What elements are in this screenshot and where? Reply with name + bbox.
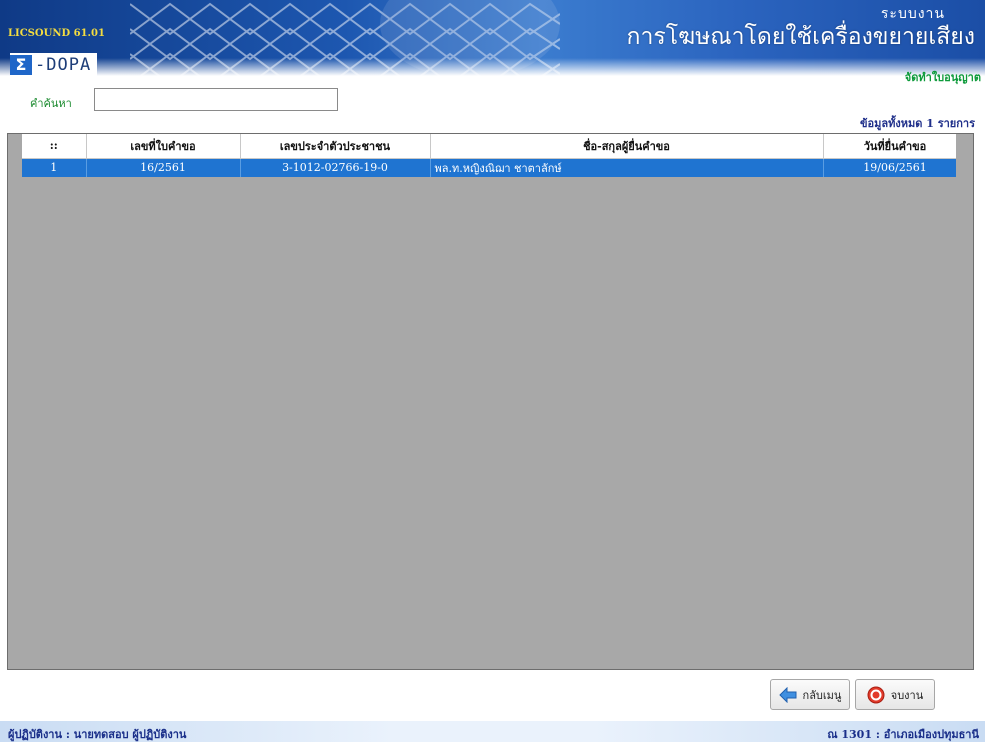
cell-request-no[interactable]: 16/2561 xyxy=(86,158,241,177)
power-icon xyxy=(867,686,885,703)
back-button-label: กลับเมนู xyxy=(802,688,842,702)
cell-applicant-name[interactable]: พล.ท.หญิงณิฌา ชาตาลักษ์ xyxy=(430,158,824,177)
app-version: LICSOUND 61.01 xyxy=(8,28,105,39)
table-header-row: :: เลขที่ใบคำขอ เลขประจำตัวประชาชน ชื่อ-… xyxy=(22,134,968,159)
status-user: ผู้ปฏิบัติงาน : นายทดสอบ ผู้ปฏิบัติงาน xyxy=(8,728,187,741)
back-to-menu-button[interactable]: กลับเมนู xyxy=(770,679,850,710)
dopa-logo: Σ -DOPA xyxy=(10,53,98,77)
search-label: คำค้นหา xyxy=(30,97,72,110)
col-header-index[interactable]: :: xyxy=(22,134,87,159)
cell-request-date[interactable]: 19/06/2561 xyxy=(823,158,968,177)
status-office: ณ 1301 : อำเภอเมืองปทุมธานี xyxy=(827,728,979,741)
grid-scroll-area xyxy=(956,134,973,669)
exit-button[interactable]: จบงาน xyxy=(855,679,935,710)
col-header-applicant-name[interactable]: ชื่อ-สกุลผู้ยื่นคำขอ xyxy=(430,134,824,159)
system-title: การโฆษณาโดยใช้เครื่องขยายเสียง xyxy=(626,24,975,50)
sigma-icon: Σ xyxy=(10,55,32,75)
search-input[interactable] xyxy=(94,88,338,111)
results-grid[interactable]: :: เลขที่ใบคำขอ เลขประจำตัวประชาชน ชื่อ-… xyxy=(7,133,974,670)
page-subtitle: จัดทำใบอนุญาต xyxy=(904,71,981,84)
table-row[interactable]: 1 16/2561 3-1012-02766-19-0 พล.ท.หญิงณิฌ… xyxy=(22,158,968,177)
app-header: LICSOUND 61.01 Σ -DOPA ระบบงาน การโฆษณาโ… xyxy=(0,0,985,82)
header-fade xyxy=(0,58,985,82)
status-bar: ผู้ปฏิบัติงาน : นายทดสอบ ผู้ปฏิบัติงาน ณ… xyxy=(0,721,985,742)
left-arrow-icon xyxy=(778,686,797,703)
exit-button-label: จบงาน xyxy=(890,688,924,702)
cell-citizen-id[interactable]: 3-1012-02766-19-0 xyxy=(240,158,431,177)
cell-index[interactable]: 1 xyxy=(22,158,87,177)
record-count: ข้อมูลทั้งหมด 1 รายการ xyxy=(860,117,975,130)
col-header-request-no[interactable]: เลขที่ใบคำขอ xyxy=(86,134,241,159)
col-header-citizen-id[interactable]: เลขประจำตัวประชาชน xyxy=(240,134,431,159)
logo-text: -DOPA xyxy=(35,55,92,75)
col-header-request-date[interactable]: วันที่ยื่นคำขอ xyxy=(823,134,968,159)
results-table: :: เลขที่ใบคำขอ เลขประจำตัวประชาชน ชื่อ-… xyxy=(22,134,968,177)
